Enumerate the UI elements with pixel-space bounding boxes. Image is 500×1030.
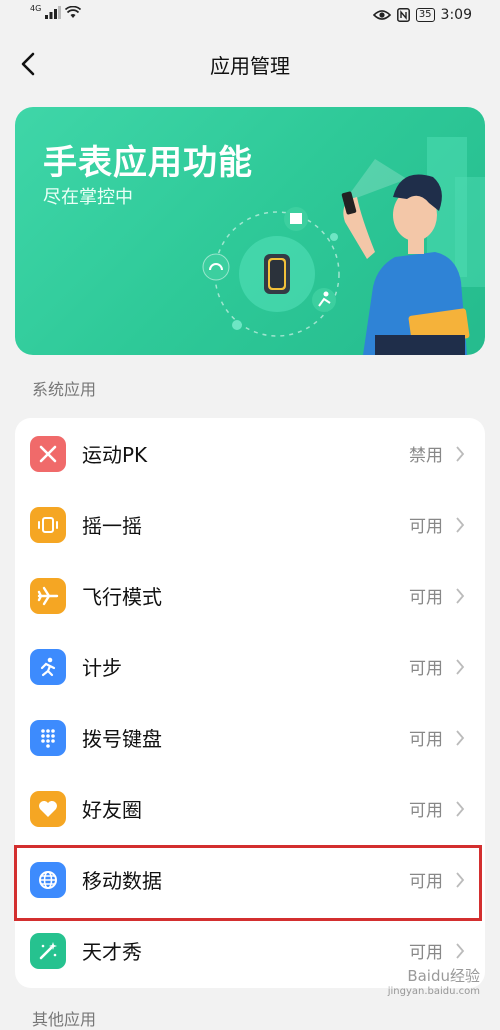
app-status: 可用 (409, 588, 443, 608)
battery-level: 35 (415, 8, 435, 22)
globe-icon (30, 861, 66, 898)
shake-icon (30, 506, 66, 543)
app-name: 拨号键盘 (82, 727, 162, 751)
banner[interactable]: 手表应用功能 尽在掌控中 (15, 107, 485, 355)
app-name: 移动数据 (82, 869, 162, 893)
wifi-icon (65, 6, 82, 18)
list-item-step-counter[interactable]: 计步 可用 (15, 631, 485, 702)
app-name: 计步 (82, 656, 122, 680)
system-apps-list: 运动PK 禁用 摇一摇 可用 飞行模式 可用 计步 可用 拨号键盘 可用 好友圈… (15, 418, 485, 988)
app-status: 可用 (409, 801, 443, 821)
step-counter-icon (30, 648, 66, 685)
page-title: 应用管理 (210, 54, 290, 78)
banner-illustration (202, 137, 485, 355)
chevron-right-icon (455, 728, 467, 748)
app-status: 可用 (409, 730, 443, 750)
app-status: 可用 (409, 659, 443, 679)
chevron-right-icon (455, 586, 467, 606)
clock: 3:09 (440, 7, 472, 23)
list-item-mobile-data[interactable]: 移动数据 可用 (15, 844, 485, 915)
chevron-right-icon (455, 799, 467, 819)
watermark-sub: jingyan.baidu.com (387, 986, 480, 997)
watermark-text: Baidu经验 (407, 967, 480, 985)
list-item-shake[interactable]: 摇一摇 可用 (15, 489, 485, 560)
app-status: 禁用 (409, 446, 443, 466)
eye-icon (372, 10, 391, 20)
chevron-right-icon (455, 941, 467, 961)
app-name: 运动PK (82, 443, 148, 467)
chevron-right-icon (455, 870, 467, 890)
list-item-friends-circle[interactable]: 好友圈 可用 (15, 773, 485, 844)
network-type: 4G (30, 3, 42, 13)
airplane-icon (30, 577, 66, 614)
dialpad-icon (30, 719, 66, 756)
list-item-sports-pk[interactable]: 运动PK 禁用 (15, 418, 485, 489)
signal-icon (45, 6, 62, 19)
app-name: 摇一摇 (82, 514, 142, 538)
app-name: 天才秀 (82, 940, 142, 964)
list-item-airplane-mode[interactable]: 飞行模式 可用 (15, 560, 485, 631)
nfc-icon (396, 8, 410, 22)
heart-icon (30, 790, 66, 827)
section-title-system: 系统应用 (32, 380, 97, 399)
chevron-right-icon (455, 444, 467, 464)
chevron-right-icon (455, 657, 467, 677)
title-bar: 应用管理 (0, 40, 500, 88)
app-name: 好友圈 (82, 798, 142, 822)
app-status: 可用 (409, 872, 443, 892)
list-item-dialpad[interactable]: 拨号键盘 可用 (15, 702, 485, 773)
chevron-right-icon (455, 515, 467, 535)
section-title-other: 其他应用 (32, 1010, 97, 1029)
sports-pk-icon (30, 435, 66, 472)
magic-wand-icon (30, 932, 66, 969)
status-bar: 4G 35 3:09 (0, 0, 500, 34)
app-status: 可用 (409, 943, 443, 963)
app-name: 飞行模式 (82, 585, 162, 609)
app-status: 可用 (409, 517, 443, 537)
watermark: Baidu经验 jingyan.baidu.com (388, 968, 480, 1000)
